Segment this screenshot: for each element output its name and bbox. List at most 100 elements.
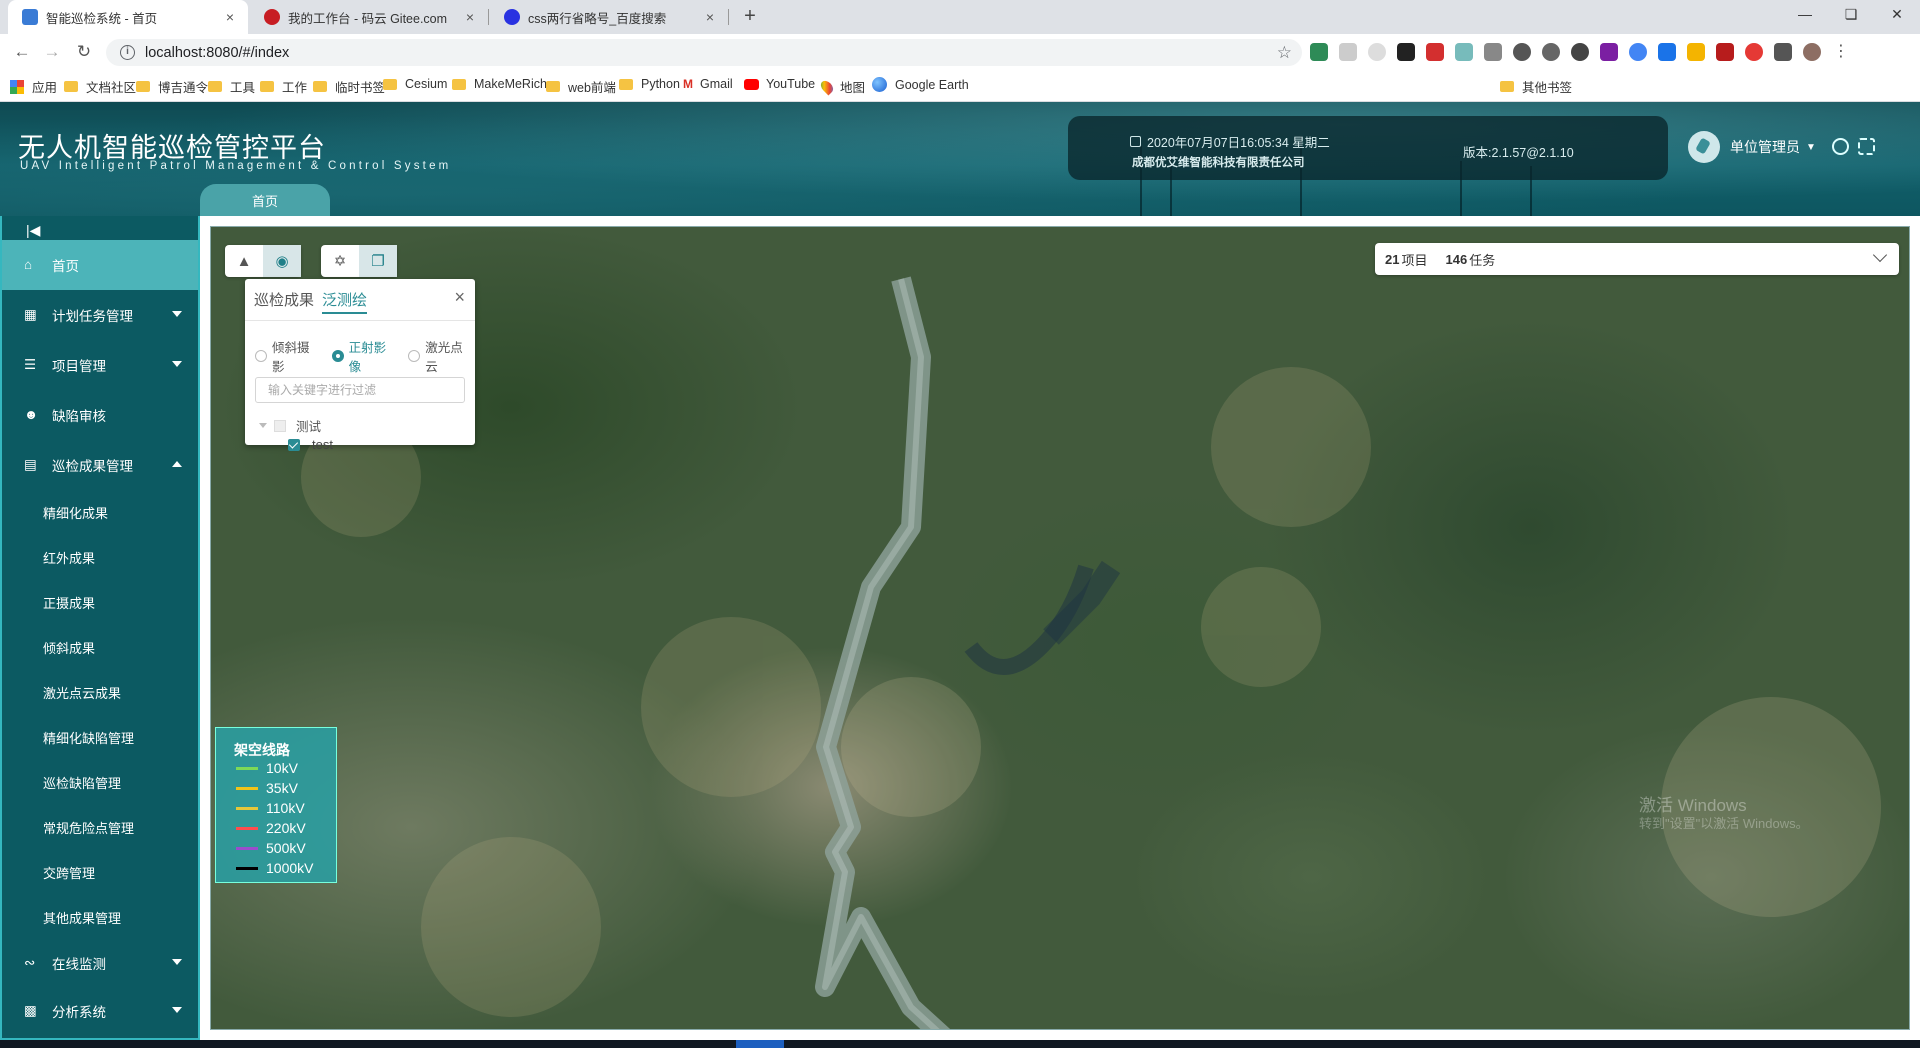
sidebar-subitem[interactable]: 精细化缺陷管理 — [2, 715, 198, 760]
bookmark-folder[interactable]: web前端 — [546, 77, 616, 96]
bookmark-folder[interactable]: 临时书签 — [313, 77, 385, 96]
translate-icon[interactable] — [1658, 43, 1676, 61]
tab-close-icon[interactable]: × — [702, 9, 718, 25]
tab-baidu[interactable]: css两行省略号_百度搜索 × — [490, 0, 728, 34]
sidebar-item-home[interactable]: ⌂ 首页 — [2, 240, 198, 290]
sidebar-item-defect-review[interactable]: ☻ 缺陷审核 — [2, 390, 198, 440]
sidebar-subitem[interactable]: 常规危险点管理 — [2, 805, 198, 850]
user-menu[interactable]: 单位管理员 ▼ — [1688, 131, 1816, 163]
sidebar-item-plan-tasks[interactable]: ▦ 计划任务管理 — [2, 290, 198, 340]
radio-oblique[interactable]: 倾斜摄影 — [255, 337, 322, 375]
bookmark-folder[interactable]: Python — [619, 77, 680, 91]
extension-icon[interactable] — [1629, 43, 1647, 61]
back-icon[interactable]: ← — [10, 41, 34, 63]
bookmark-other[interactable]: 其他书签 — [1500, 77, 1572, 96]
measure-icon[interactable]: ▲ — [225, 245, 263, 277]
tab-close-icon[interactable]: × — [222, 9, 238, 25]
url-input[interactable]: i localhost:8080/#/index ☆ — [106, 39, 1302, 66]
extension-icon[interactable] — [1426, 43, 1444, 61]
profile-avatar[interactable] — [1803, 43, 1821, 61]
reload-icon[interactable]: ↻ — [72, 41, 96, 63]
sidebar-subitem[interactable]: 交跨管理 — [2, 850, 198, 895]
extensions-puzzle-icon[interactable] — [1774, 43, 1792, 61]
collapse-sidebar-icon[interactable]: |◀ — [26, 222, 40, 239]
sidebar-subitem[interactable]: 正摄成果 — [2, 580, 198, 625]
extension-icon[interactable] — [1687, 43, 1705, 61]
extension-vue-icon[interactable] — [1310, 43, 1328, 61]
bookmark-folder[interactable]: 博吉通令 — [136, 77, 208, 96]
taskbar — [0, 1040, 1920, 1048]
tab-smart-patrol[interactable]: 智能巡检系统 - 首页 × — [8, 0, 248, 34]
bookmarks-bar: 应用 文档社区 博吉通令 工具 工作 临时书签 Cesium MakeMeRic… — [0, 70, 1920, 102]
filter-input[interactable]: 输入关键字进行过滤 — [255, 377, 465, 403]
sidebar-item-patrol-results[interactable]: ▤ 巡检成果管理 — [2, 440, 198, 490]
tab-close-icon[interactable]: × — [462, 9, 478, 25]
sidebar-subitem[interactable]: 巡检缺陷管理 — [2, 760, 198, 805]
tree-node-child[interactable]: test — [288, 437, 333, 452]
sidebar-item-projects[interactable]: ☰ 项目管理 — [2, 340, 198, 390]
sidebar-item-analysis[interactable]: ▩ 分析系统 — [2, 986, 198, 1036]
bookmark-google-earth[interactable]: Google Earth — [872, 77, 969, 92]
site-info-icon[interactable]: i — [120, 45, 135, 60]
sidebar-subitem[interactable]: 红外成果 — [2, 535, 198, 580]
tab-general-mapping[interactable]: 泛测绘 — [322, 289, 368, 314]
fullscreen-icon[interactable] — [1858, 138, 1875, 155]
bookmark-folder[interactable]: 工具 — [208, 77, 255, 96]
bookmark-apps[interactable]: 应用 — [10, 77, 57, 96]
tab-home[interactable]: 首页 — [200, 184, 330, 216]
bookmark-folder[interactable]: 文档社区 — [64, 77, 136, 96]
folder-icon — [208, 81, 222, 92]
sidebar-subitem[interactable]: 激光点云成果 — [2, 670, 198, 715]
extension-icon[interactable] — [1513, 43, 1531, 61]
tab-gitee[interactable]: 我的工作台 - 码云 Gitee.com × — [250, 0, 488, 34]
bookmark-star-icon[interactable]: ☆ — [1277, 43, 1292, 63]
drone-icon[interactable]: ✡ — [321, 245, 359, 277]
bookmark-folder[interactable]: Cesium — [383, 77, 447, 91]
close-icon[interactable]: × — [454, 287, 465, 308]
sidebar-item-online-monitoring[interactable]: ∾ 在线监测 — [2, 940, 198, 986]
caret-down-icon[interactable] — [259, 423, 267, 428]
header-info-box: 2020年07月07日16:05:34 星期二 成都优艾维智能科技有限责任公司 … — [1068, 116, 1668, 180]
extension-icon[interactable] — [1397, 43, 1415, 61]
sidebar-subitem[interactable]: 精细化成果 — [2, 490, 198, 535]
legend-item: 110kV — [236, 800, 305, 816]
taskbar-active-item[interactable] — [736, 1040, 784, 1048]
extension-icon[interactable] — [1716, 43, 1734, 61]
tree-node-parent[interactable]: 测试 — [259, 416, 321, 435]
radio-pointcloud[interactable]: 激光点云 — [408, 337, 475, 375]
extension-icon[interactable] — [1455, 43, 1473, 61]
minimize-icon[interactable]: — — [1782, 0, 1828, 30]
legend-item: 1000kV — [236, 860, 313, 876]
layers-icon[interactable]: ❐ — [359, 245, 397, 277]
bookmark-folder[interactable]: MakeMeRich — [452, 77, 547, 91]
tree-checkbox-checked[interactable] — [288, 438, 300, 451]
bookmark-maps[interactable]: 地图 — [818, 77, 865, 96]
extension-icon[interactable] — [1484, 43, 1502, 61]
window-close-icon[interactable]: ✕ — [1874, 0, 1920, 30]
radio-ortho[interactable]: 正射影像 — [331, 337, 399, 375]
bookmark-gmail[interactable]: M Gmail — [683, 77, 733, 91]
sidebar-subitem[interactable]: 倾斜成果 — [2, 625, 198, 670]
bookmark-folder[interactable]: 工作 — [260, 77, 307, 96]
globe-icon[interactable]: ◉ — [263, 245, 301, 277]
bookmark-youtube[interactable]: YouTube — [744, 77, 815, 91]
extension-icon[interactable] — [1745, 43, 1763, 61]
project-task-stats[interactable]: 21 项目 146 任务 — [1375, 243, 1899, 275]
extension-icon[interactable] — [1600, 43, 1618, 61]
new-tab-button[interactable]: + — [738, 5, 762, 29]
tree-checkbox[interactable] — [274, 419, 286, 432]
satellite-map[interactable]: ▲ ◉ ✡ ❐ 21 项目 146 任务 巡检成果 泛测绘 × 倾斜摄影 正射影… — [210, 226, 1910, 1030]
browser-menu-icon[interactable]: ⋮ — [1832, 43, 1850, 61]
screen-icon[interactable] — [1832, 138, 1849, 155]
extension-icon[interactable] — [1368, 43, 1386, 61]
tab-patrol-results[interactable]: 巡检成果 — [254, 289, 314, 314]
forward-icon[interactable]: → — [40, 41, 64, 63]
extension-icon[interactable] — [1571, 43, 1589, 61]
maps-pin-icon — [818, 78, 836, 95]
extension-icon[interactable] — [1339, 43, 1357, 61]
extension-icon[interactable] — [1542, 43, 1560, 61]
restore-icon[interactable]: ❏ — [1828, 0, 1874, 30]
sidebar-subitem[interactable]: 其他成果管理 — [2, 895, 198, 940]
chevron-down-icon[interactable] — [1872, 247, 1888, 263]
line-legend: 架空线路 10kV 35kV 110kV 220kV 500kV 1000kV — [215, 727, 337, 883]
